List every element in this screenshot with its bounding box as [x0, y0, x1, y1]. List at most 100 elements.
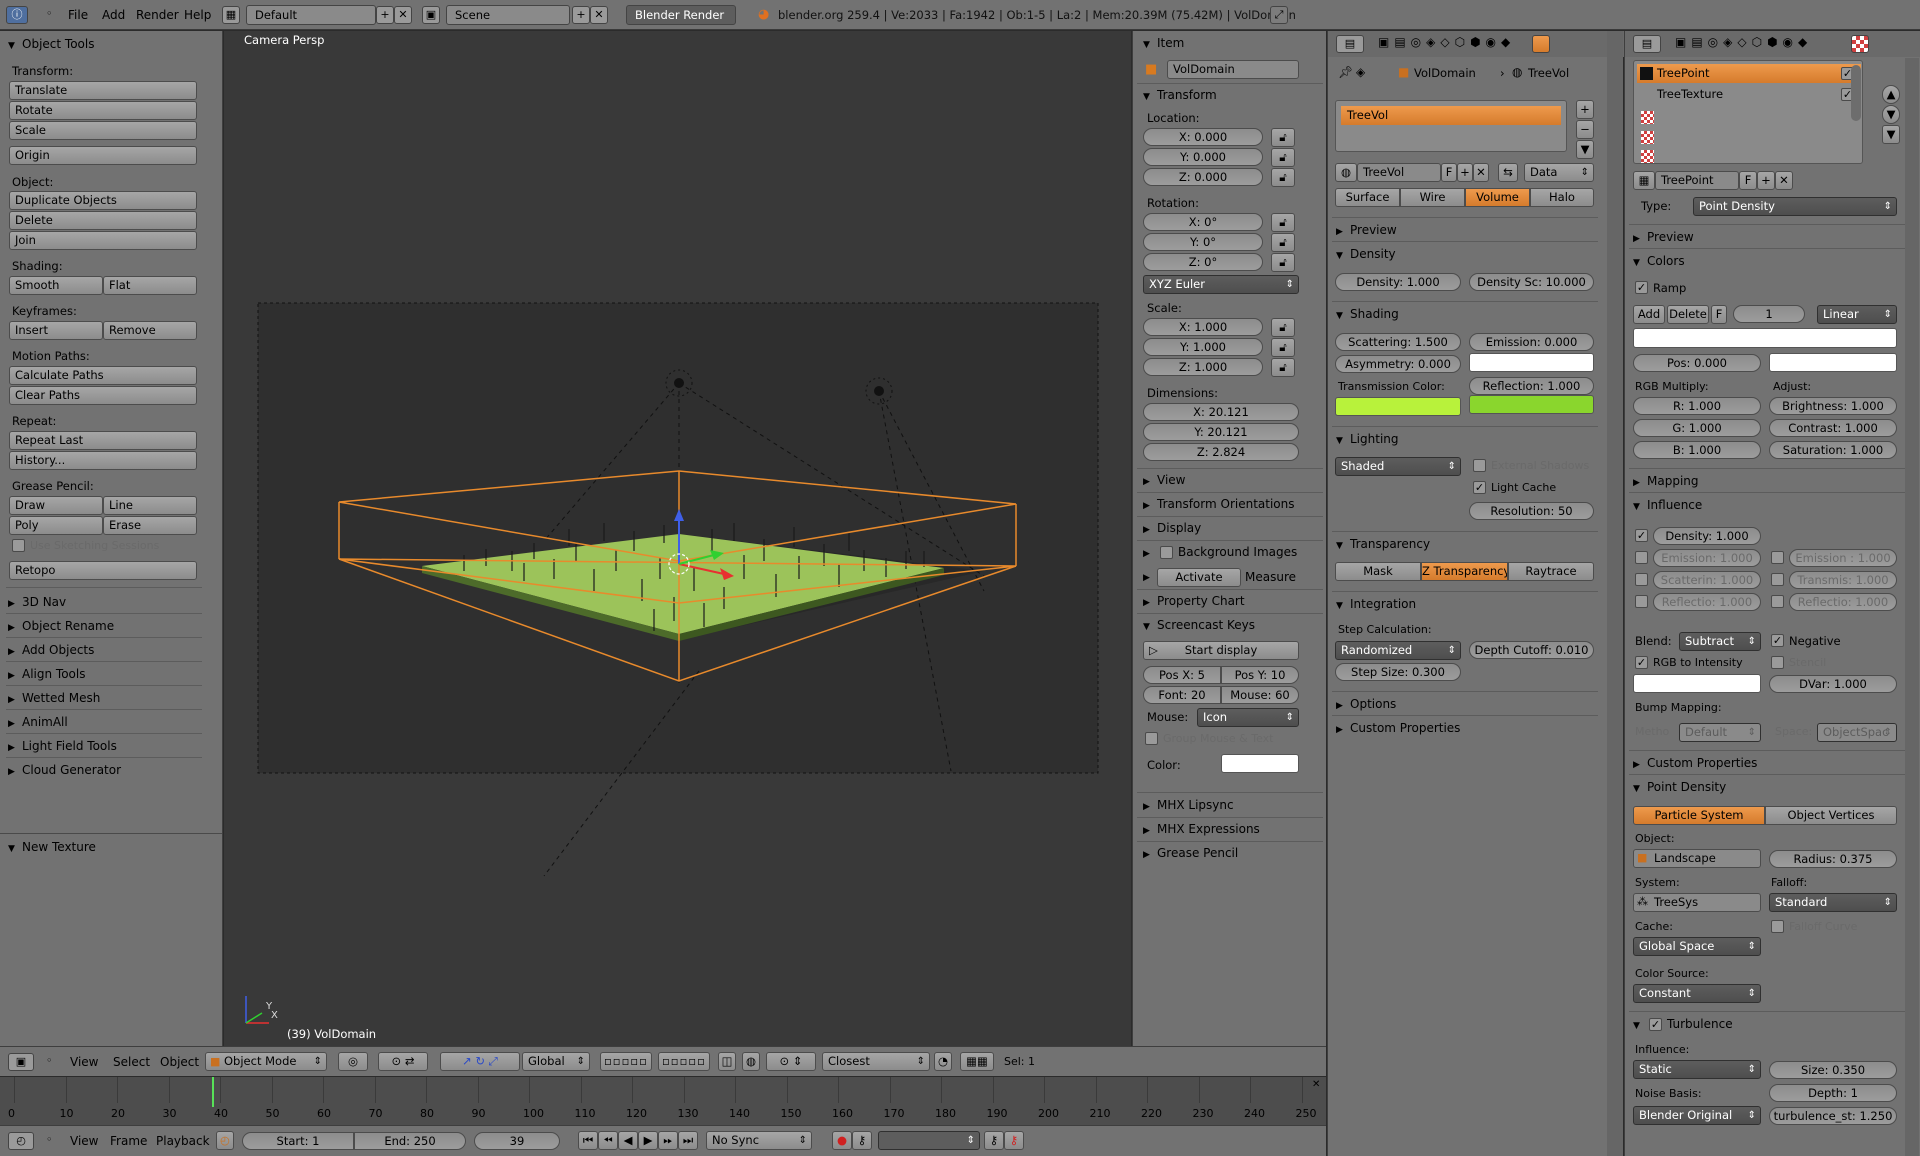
object-name-field[interactable]: VolDomain	[1167, 60, 1299, 79]
contrast-field[interactable]: Contrast: 1.000	[1769, 419, 1897, 437]
source-object-vertices-button[interactable]: Object Vertices	[1765, 806, 1897, 825]
panel-light-field-tools[interactable]: ▶ Light Field Tools	[8, 736, 117, 756]
history-button[interactable]: History...	[9, 451, 197, 470]
screencast-color-swatch[interactable]	[1221, 754, 1299, 773]
transform-header[interactable]: ▼ Transform	[1143, 85, 1217, 105]
material-tab-icon[interactable]	[1532, 35, 1550, 53]
rotation-x-field[interactable]: X: 0°	[1143, 213, 1263, 231]
asymmetry-field[interactable]: Asymmetry: 0.000	[1335, 355, 1461, 373]
layers-grid-2[interactable]: ▫▫▫▫▫	[658, 1052, 710, 1071]
source-particle-system-button[interactable]: Particle System	[1633, 806, 1765, 825]
density-scale-field[interactable]: Density Sc: 10.000	[1469, 273, 1594, 291]
lock-location-y-icon[interactable]: 🔓︎	[1271, 148, 1295, 167]
reflection-field[interactable]: Reflection: 1.000	[1469, 377, 1594, 395]
timeline-editor-icon[interactable]: ◴	[8, 1132, 34, 1150]
influence-header[interactable]: ▼ Influence	[1633, 495, 1702, 515]
external-shadows-checkbox[interactable]	[1473, 459, 1486, 472]
integration-header[interactable]: ▼ Integration	[1336, 594, 1416, 614]
influence-emission2-field[interactable]: Emission : 1.000	[1789, 549, 1897, 567]
material-unlink-icon[interactable]: ✕	[1473, 163, 1489, 182]
record-icon[interactable]: ●	[832, 1131, 852, 1150]
lock-layers-icon[interactable]: ◫	[718, 1052, 736, 1071]
reflection-color-swatch[interactable]	[1469, 395, 1594, 414]
step-calculation-dropdown[interactable]: Randomized	[1335, 641, 1461, 660]
scene-selector[interactable]: Scene	[446, 5, 570, 25]
colors-header[interactable]: ▼ Colors	[1633, 251, 1685, 271]
influence-density-field[interactable]: Density: 1.000	[1653, 527, 1761, 545]
ramp-interpolation-dropdown[interactable]: Linear	[1817, 305, 1897, 324]
editor-type-icon[interactable]: ▤	[1336, 35, 1364, 53]
influence-reflection2-field[interactable]: Reflectio: 1.000	[1789, 593, 1897, 611]
panel-cloud-generator[interactable]: ▶ Cloud Generator	[8, 760, 121, 780]
layout-selector[interactable]: Default	[246, 5, 376, 25]
bump-space-dropdown[interactable]: ObjectSpac	[1817, 723, 1897, 742]
ramp-delete-button[interactable]: Delete	[1667, 305, 1709, 324]
lock-location-z-icon[interactable]: 🔓︎	[1271, 168, 1295, 187]
join-button[interactable]: Join	[9, 231, 197, 250]
rotation-y-field[interactable]: Y: 0°	[1143, 233, 1263, 251]
material-name-field[interactable]: TreeVol	[1357, 163, 1441, 182]
texture-editor-type-icon[interactable]: ▤	[1633, 35, 1661, 53]
resolution-field[interactable]: Resolution: 50	[1469, 502, 1594, 520]
grease-pencil-header[interactable]: ▶ Grease Pencil	[1143, 843, 1238, 863]
influence-scattering-checkbox[interactable]	[1635, 573, 1648, 586]
slot-move-down-icon[interactable]: ▼	[1882, 105, 1900, 124]
opengl-render-icons[interactable]: ▦▦	[960, 1052, 994, 1071]
background-images-header[interactable]: ▶	[1143, 542, 1157, 562]
info-editor-icon[interactable]: ⓘ	[6, 6, 28, 24]
texture-slot-list[interactable]: TreePoint ✓ TreeTexture ✓	[1633, 60, 1863, 164]
play-icon[interactable]: ▶	[638, 1131, 658, 1150]
rotation-mode-dropdown[interactable]: XYZ Euler	[1143, 275, 1299, 294]
texture-browse-icon[interactable]: ▦	[1633, 171, 1655, 190]
texture-preview-header[interactable]: ▶ Preview	[1633, 227, 1694, 247]
influence-scattering-field[interactable]: Scatterin: 1.000	[1653, 571, 1761, 589]
play-reverse-icon[interactable]: ◀	[618, 1131, 638, 1150]
blend-dropdown[interactable]: Subtract	[1679, 632, 1761, 651]
line-button[interactable]: Line	[103, 496, 197, 515]
influence-emission-checkbox[interactable]	[1635, 551, 1648, 564]
preview-header[interactable]: ▶ Preview	[1336, 220, 1397, 240]
font-size-field[interactable]: Font: 20	[1143, 686, 1221, 704]
transform-orientations-header[interactable]: ▶ Transform Orientations	[1143, 494, 1295, 514]
draw-button[interactable]: Draw	[9, 496, 103, 515]
location-y-field[interactable]: Y: 0.000	[1143, 148, 1263, 166]
jump-start-icon[interactable]: ⏮︎	[578, 1131, 598, 1150]
custom-properties-header[interactable]: ▶ Custom Properties	[1336, 718, 1460, 738]
lock-location-x-icon[interactable]: 🔓︎	[1271, 128, 1295, 147]
lock-scale-y-icon[interactable]: 🔓︎	[1271, 338, 1295, 357]
menu-file[interactable]: File	[68, 0, 88, 30]
material-link-icon[interactable]: ⇆	[1498, 163, 1518, 182]
location-z-field[interactable]: Z: 0.000	[1143, 168, 1263, 186]
menu-add[interactable]: Add	[102, 0, 125, 30]
dvar-field[interactable]: DVar: 1.000	[1769, 675, 1897, 693]
duplicate-objects-button[interactable]: Duplicate Objects	[9, 191, 197, 210]
fullscreen-icon[interactable]: ⤢	[1270, 6, 1288, 24]
lighting-mode-dropdown[interactable]: Shaded	[1335, 457, 1461, 476]
turbulence-size-field[interactable]: Size: 0.350	[1769, 1061, 1897, 1079]
pos-y-field[interactable]: Pos Y: 10	[1221, 666, 1299, 684]
slot-menu-icon[interactable]: ▼	[1882, 125, 1900, 144]
3d-viewport[interactable]: Camera Persp X Y (39) VolDomain	[224, 31, 1131, 1046]
panel-object-rename[interactable]: ▶ Object Rename	[8, 616, 114, 636]
jump-prev-key-icon[interactable]: ⏪︎	[598, 1131, 618, 1150]
slot-add-icon[interactable]: +	[1576, 100, 1594, 119]
rgb-r-field[interactable]: R: 1.000	[1633, 397, 1761, 415]
pos-x-field[interactable]: Pos X: 5	[1143, 666, 1221, 684]
pin-icon[interactable]: 📌︎	[1338, 65, 1353, 79]
rgb-to-intensity-checkbox[interactable]: ✓	[1635, 656, 1648, 669]
step-size-field[interactable]: Step Size: 0.300	[1335, 663, 1461, 681]
texture-context-tabs-icons[interactable]: ▣▤◎◈◇⬡⬢◉◆	[1675, 35, 1812, 49]
panel-add-objects[interactable]: ▶ Add Objects	[8, 640, 94, 660]
cache-dropdown[interactable]: Global Space	[1633, 937, 1761, 956]
timeline-menu-frame[interactable]: Frame	[110, 1126, 147, 1156]
material-browse-icon[interactable]: ◍	[1335, 163, 1357, 182]
scene-close-icon[interactable]: ✕	[590, 6, 608, 24]
flat-button[interactable]: Flat	[103, 276, 197, 295]
timeline-menu-playback[interactable]: Playback	[156, 1126, 210, 1156]
lock-scale-z-icon[interactable]: 🔓︎	[1271, 358, 1295, 377]
pivot-icon[interactable]: ⊙ ⇄	[378, 1052, 428, 1071]
lock-rotation-z-icon[interactable]: 🔓︎	[1271, 253, 1295, 272]
mhx-expressions-header[interactable]: ▶ MHX Expressions	[1143, 819, 1260, 839]
group-mouse-checkbox[interactable]	[1145, 732, 1158, 745]
layout-add-icon[interactable]: +	[376, 6, 394, 24]
